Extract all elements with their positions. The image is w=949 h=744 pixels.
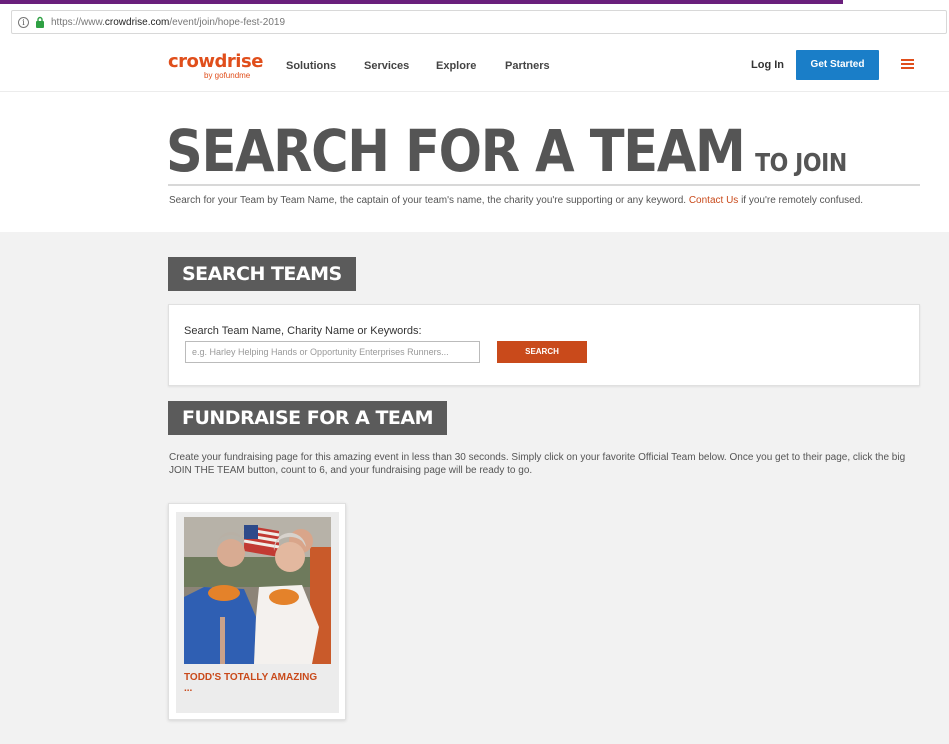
main-content: SEARCH TEAMS Search Team Name, Charity N…: [0, 232, 949, 744]
crowdrise-logo[interactable]: crowdrise by gofundme: [168, 53, 268, 81]
address-bar[interactable]: i https://www. crowdrise.com/event/join/h…: [11, 10, 947, 34]
nav-explore[interactable]: Explore: [436, 60, 476, 72]
page-title-main: SEARCH FOR A TEAM: [166, 117, 746, 185]
fundraise-description: Create your fundraising page for this am…: [169, 452, 906, 476]
info-icon[interactable]: i: [18, 16, 29, 28]
team-name-ellipsis: ...: [184, 683, 193, 694]
search-card: Search Team Name, Charity Name or Keywor…: [168, 304, 920, 386]
page-loading-bar: [0, 0, 843, 4]
contact-us-link[interactable]: Contact Us: [689, 195, 738, 206]
hero-description: Search for your Team by Team Name, the c…: [169, 194, 914, 207]
fundraise-heading: FUNDRAISE FOR A TEAM: [168, 401, 448, 435]
search-button[interactable]: SEARCH: [497, 341, 587, 363]
url-host: crowdrise.com: [104, 16, 170, 28]
hero-description-tail: if you're remotely confused.: [738, 195, 864, 206]
search-label: Search Team Name, Charity Name or Keywor…: [184, 325, 422, 337]
team-photo: [184, 517, 331, 664]
logo-tagline: by gofundme: [204, 71, 251, 80]
logo-wordmark: crowdrise: [168, 51, 263, 72]
lock-icon: [36, 16, 44, 28]
team-search-input[interactable]: [185, 341, 480, 363]
team-name[interactable]: TODD'S TOTALLY AMAZING: [184, 672, 317, 684]
site-header: crowdrise by gofundme Solutions Services…: [0, 40, 949, 92]
nav-partners[interactable]: Partners: [505, 60, 550, 72]
hero-description-text: Search for your Team by Team Name, the c…: [169, 195, 689, 206]
team-card-body: TODD'S TOTALLY AMAZING ...: [176, 512, 339, 713]
nav-solutions[interactable]: Solutions: [286, 60, 336, 72]
nav-services[interactable]: Services: [364, 60, 409, 72]
url-path: /event/join/hope-fest-2019: [169, 16, 286, 28]
get-started-button[interactable]: Get Started: [796, 50, 879, 80]
login-link[interactable]: Log In: [751, 59, 784, 71]
url-prefix: https://www.: [51, 16, 105, 28]
title-divider: [168, 184, 920, 186]
hamburger-icon[interactable]: [901, 59, 914, 70]
search-teams-heading: SEARCH TEAMS: [168, 257, 356, 291]
page-title-suffix: TO JOIN: [755, 148, 847, 177]
team-card[interactable]: TODD'S TOTALLY AMAZING ...: [168, 503, 346, 720]
hero-section: SEARCH FOR A TEAM TO JOIN Search for your…: [0, 93, 949, 232]
